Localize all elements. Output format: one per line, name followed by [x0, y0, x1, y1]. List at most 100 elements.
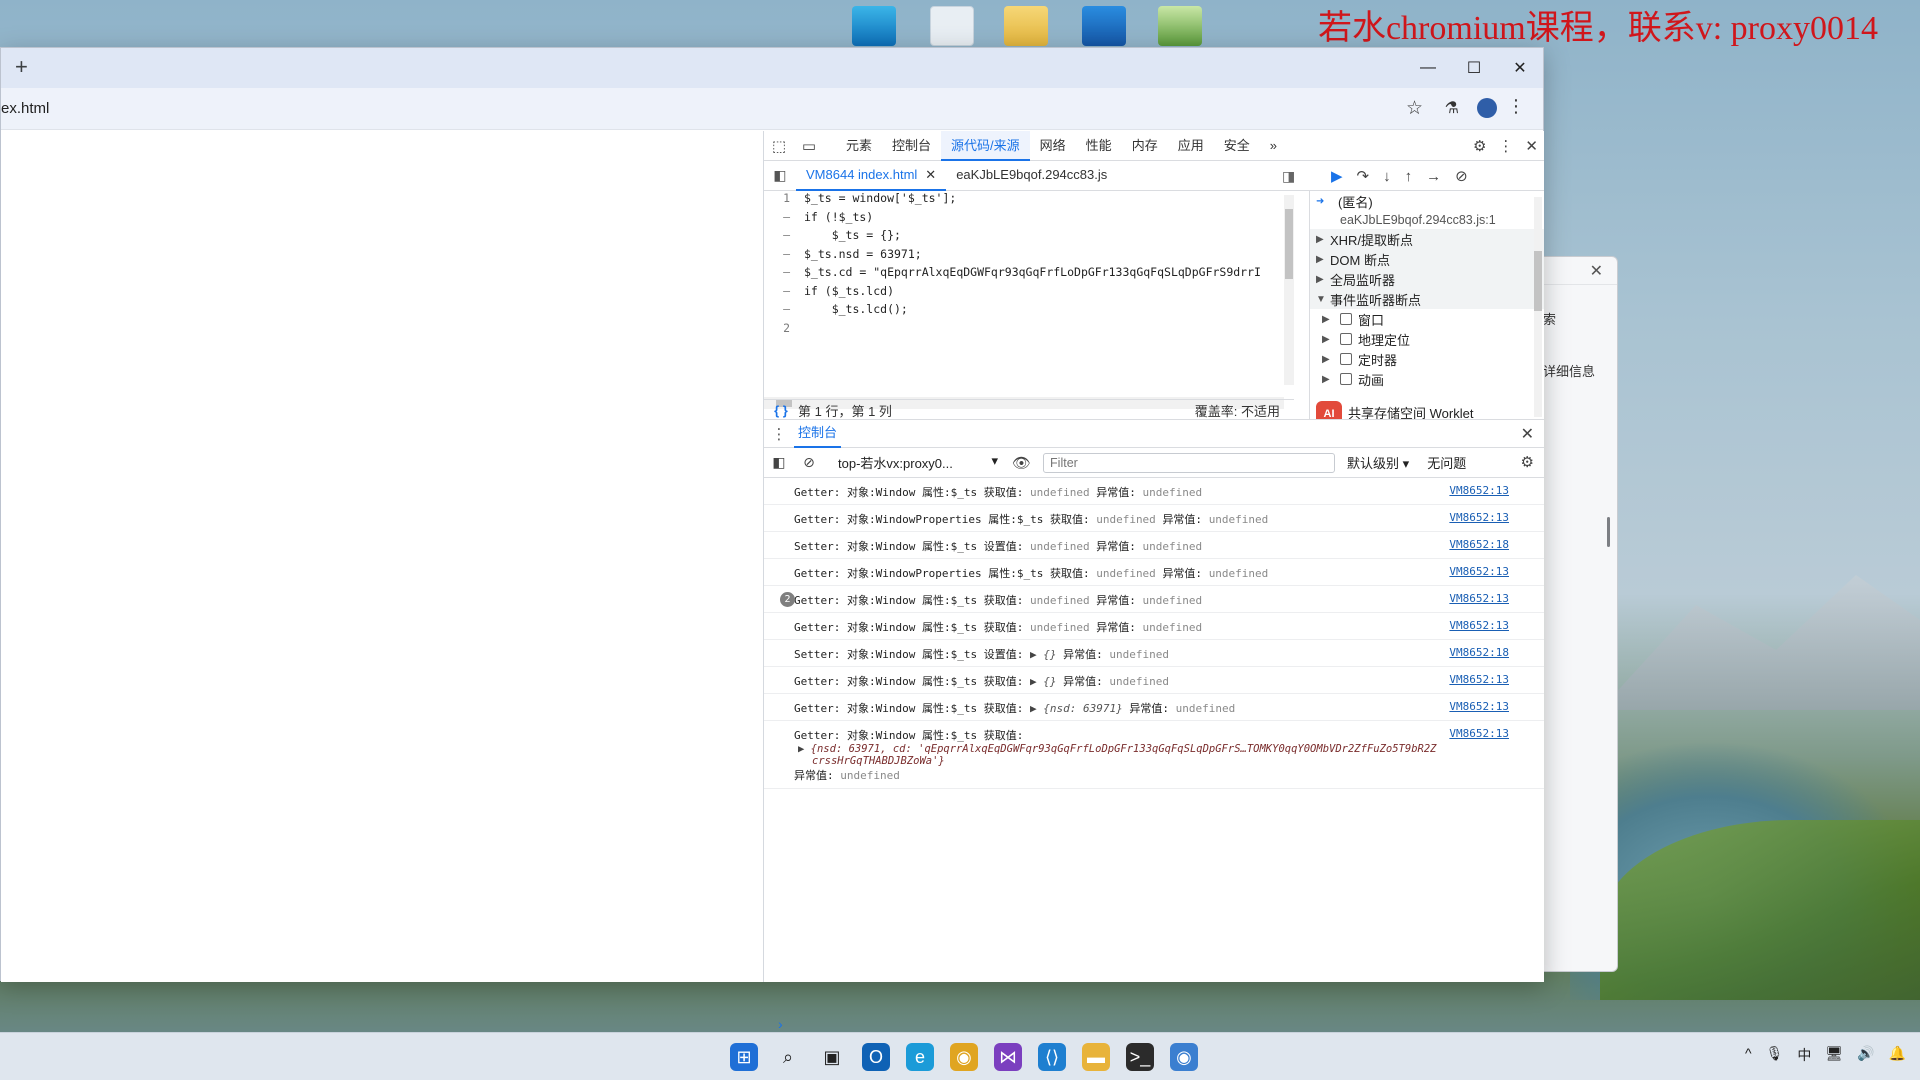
expand-triangle-icon[interactable]: ▶ [798, 743, 811, 755]
console-prompt[interactable]: › [778, 1016, 783, 1032]
scrollbar[interactable] [1607, 517, 1610, 547]
devtools-tab[interactable]: 安全 [1214, 131, 1260, 161]
line-number[interactable]: – [764, 210, 804, 229]
event-listener-category[interactable]: ▶ 动画 [1310, 369, 1544, 389]
drawer-menu-icon[interactable]: ⋮ [764, 425, 794, 443]
line-number[interactable]: 2 [764, 321, 804, 340]
editor-vertical-scrollbar[interactable] [1284, 195, 1294, 385]
shared-storage-worklet-item[interactable]: 共享存储空间 Worklet [1348, 403, 1473, 419]
profile-avatar[interactable] [1477, 98, 1497, 118]
breakpoint-section[interactable]: ▶ DOM 断点 [1310, 249, 1544, 269]
event-checkbox[interactable] [1340, 333, 1352, 345]
close-drawer-icon[interactable]: ✕ [1521, 424, 1534, 444]
outlook-icon[interactable]: O [862, 1043, 890, 1071]
volume-icon[interactable]: 🔊 [1857, 1045, 1874, 1065]
call-frame[interactable]: ➜ (匿名) [1310, 191, 1544, 211]
line-number[interactable]: – [764, 302, 804, 321]
file-explorer-icon[interactable]: ▬ [1082, 1043, 1110, 1071]
log-source-link[interactable]: VM8652:13 [1449, 700, 1509, 713]
device-toolbar-icon[interactable]: ▭ [794, 137, 824, 155]
chrome-icon[interactable]: ◉ [950, 1043, 978, 1071]
source-file-tab[interactable]: VM8644 index.html ✕ [796, 160, 947, 191]
log-source-link[interactable]: VM8652:13 [1449, 484, 1509, 497]
log-source-link[interactable]: VM8652:13 [1449, 673, 1509, 686]
event-checkbox[interactable] [1340, 373, 1352, 385]
edge-icon[interactable]: e [906, 1043, 934, 1071]
devtools-menu-icon[interactable]: ⋮ [1498, 137, 1513, 155]
task-view-icon[interactable]: ▣ [818, 1043, 846, 1071]
vscode-icon[interactable]: ⟨⟩ [1038, 1043, 1066, 1071]
maximize-button[interactable]: ☐ [1451, 48, 1497, 88]
console-message[interactable]: Getter: 对象:Window 属性:$_ts 获取值: VM8652:13 ▶… [764, 721, 1544, 789]
debugger-scrollbar[interactable] [1534, 197, 1542, 417]
resume-icon[interactable]: ▶ [1331, 167, 1343, 185]
search-icon[interactable]: ⌕ [774, 1043, 802, 1071]
close-window-button[interactable]: ✕ [1497, 48, 1543, 88]
line-number[interactable]: 1 [764, 191, 804, 210]
media-icon[interactable] [1082, 6, 1126, 46]
step-into-icon[interactable]: ↓ [1383, 168, 1391, 185]
log-source-link[interactable]: VM8652:18 [1449, 646, 1509, 659]
log-source-link[interactable]: VM8652:13 [1449, 619, 1509, 632]
code-editor[interactable]: 1 $_ts = window['$_ts']; – if (!$_ts) – $_ts… [764, 191, 1294, 409]
issues-counter[interactable]: 无问题 [1427, 453, 1466, 472]
console-message[interactable]: Getter: 对象:WindowProperties 属性:$_ts 获取值:… [764, 505, 1544, 532]
input-method-indicator[interactable]: 中 [1797, 1045, 1811, 1065]
event-checkbox[interactable] [1340, 313, 1352, 325]
bookmark-star-icon[interactable]: ☆ [1406, 97, 1423, 120]
console-settings-icon[interactable]: ⚙ [1521, 453, 1534, 471]
settings-gear-icon[interactable]: ⚙ [1473, 137, 1486, 155]
pretty-print-icon[interactable]: { } [764, 403, 798, 418]
start-icon[interactable]: ⊞ [730, 1043, 758, 1071]
event-listener-category[interactable]: ▶ 窗口 [1310, 309, 1544, 329]
devtools-tab[interactable]: 源代码/来源 [941, 130, 1030, 161]
devtools-tab[interactable]: 性能 [1076, 131, 1122, 161]
breakpoint-section[interactable]: ▼ 事件监听器断点 [1310, 289, 1544, 309]
devtools-tab[interactable]: 内存 [1122, 131, 1168, 161]
console-message[interactable]: Setter: 对象:Window 属性:$_ts 设置值: undefined… [764, 532, 1544, 559]
log-source-link[interactable]: VM8652:18 [1449, 538, 1509, 551]
console-message[interactable]: Getter: 对象:Window 属性:$_ts 获取值: undefined… [764, 613, 1544, 640]
ai-assistant-icon[interactable]: AI [1316, 401, 1342, 419]
url-text[interactable]: ex.html [1, 100, 49, 117]
devtools-tab[interactable]: 应用 [1168, 131, 1214, 161]
terminal-icon[interactable]: >_ [1126, 1043, 1154, 1071]
console-message[interactable]: Getter: 对象:Window 属性:$_ts 获取值: undefined… [764, 478, 1544, 505]
address-bar[interactable]: ex.html ☆ ⚗ ⋮ [1, 88, 1543, 130]
line-number[interactable]: – [764, 284, 804, 303]
inspect-element-icon[interactable]: ⬚ [764, 137, 794, 155]
log-source-link[interactable]: VM8652:13 [1449, 565, 1509, 578]
notepad-icon[interactable] [1158, 6, 1202, 46]
display-icon[interactable]: 🖥 [1825, 1045, 1843, 1065]
breakpoint-section[interactable]: ▶ XHR/提取断点 [1310, 229, 1544, 249]
microphone-icon[interactable]: 🎙 [1766, 1045, 1784, 1065]
log-source-link[interactable]: VM8652:13 [1449, 727, 1509, 740]
line-number[interactable]: – [764, 228, 804, 247]
devtools-tab[interactable]: 控制台 [882, 131, 941, 161]
log-level-dropdown[interactable]: 默认级别 ▾ [1347, 453, 1409, 472]
event-listener-category[interactable]: ▶ 定时器 [1310, 349, 1544, 369]
visual-studio-icon[interactable]: ⋈ [994, 1043, 1022, 1071]
line-number[interactable]: – [764, 247, 804, 266]
recycle-bin-icon[interactable] [930, 6, 974, 46]
deactivate-breakpoints-icon[interactable]: ⊘ [1455, 167, 1468, 185]
console-filter-input[interactable] [1043, 452, 1336, 473]
console-message[interactable]: Getter: 对象:Window 属性:$_ts 获取值: ▶ {} 异常值:… [764, 667, 1544, 694]
more-tabs-icon[interactable]: » [1260, 131, 1287, 161]
chromium-icon[interactable]: ◉ [1170, 1043, 1198, 1071]
log-source-link[interactable]: VM8652:13 [1449, 592, 1509, 605]
navigator-toggle-icon[interactable]: ◧ [764, 167, 796, 184]
expand-triangle-icon[interactable]: ▶ [1030, 675, 1043, 688]
call-frame-location[interactable]: eaKJbLE9bqof.294cc83.js:1 [1310, 211, 1544, 229]
drawer-tab-console[interactable]: 控制台 [794, 420, 842, 448]
minimize-button[interactable]: — [1405, 48, 1451, 88]
console-message[interactable]: 2 Getter: 对象:Window 属性:$_ts 获取值: undefine… [764, 586, 1544, 613]
event-listener-category[interactable]: ▶ 地理定位 [1310, 329, 1544, 349]
monitor-icon[interactable] [852, 6, 896, 46]
clear-console-icon[interactable]: ⊘ [794, 454, 824, 471]
notification-bell-icon[interactable]: 🔔 [1889, 1045, 1906, 1065]
labs-flask-icon[interactable]: ⚗ [1445, 98, 1459, 118]
expand-triangle-icon[interactable]: ▶ [1030, 648, 1043, 661]
new-tab-button[interactable]: + [15, 54, 28, 80]
event-checkbox[interactable] [1340, 353, 1352, 365]
